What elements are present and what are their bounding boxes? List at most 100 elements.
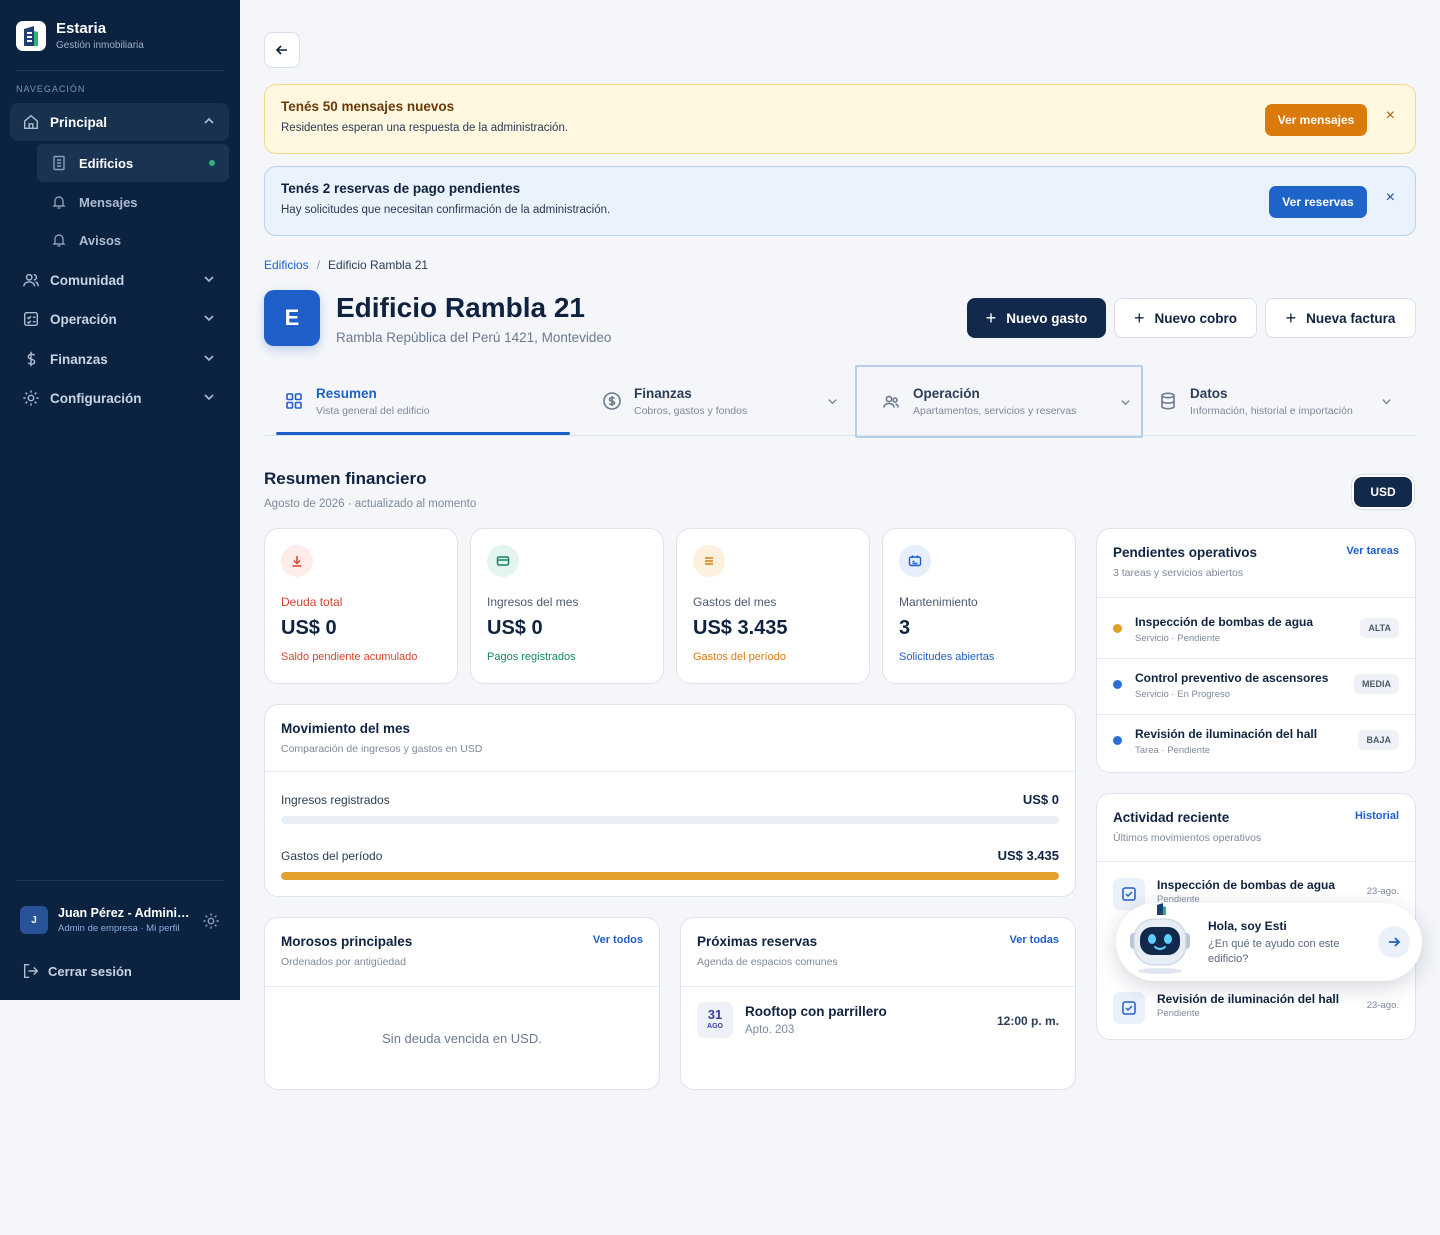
- user-profile[interactable]: J Juan Pérez - Administrador Admin de em…: [20, 906, 230, 934]
- priority-badge: BAJA: [1358, 730, 1399, 750]
- bar-label: Ingresos registrados: [281, 793, 390, 807]
- home-icon: [23, 114, 39, 130]
- booking-month: AGO: [707, 1023, 723, 1030]
- view-messages-button[interactable]: Ver mensajes: [1265, 104, 1367, 136]
- sidebar-item-label: Operación: [50, 311, 117, 327]
- arrow-right-icon: [1389, 937, 1401, 947]
- back-button[interactable]: [264, 32, 300, 68]
- booking-date-badge: 31 AGO: [697, 1002, 733, 1038]
- card-subtitle: Comparación de ingresos y gastos en USD: [281, 743, 483, 755]
- tab-description: Cobros, gastos y fondos: [634, 404, 748, 417]
- close-icon[interactable]: ×: [1386, 107, 1395, 125]
- card-subtitle: Agenda de espacios comunes: [697, 956, 838, 968]
- sidebar-item-comunidad[interactable]: Comunidad: [10, 261, 229, 299]
- new-invoice-button[interactable]: + Nueva factura: [1265, 298, 1416, 338]
- card-divider: [1097, 714, 1415, 715]
- tab-resumen[interactable]: Resumen Vista general del edificio: [272, 366, 570, 436]
- tool-icon: [899, 545, 931, 577]
- kpi-card-debt[interactable]: Deuda total US$ 0 Saldo pendiente acumul…: [264, 528, 458, 684]
- kpi-card-income[interactable]: Ingresos del mes US$ 0 Pagos registrados: [470, 528, 664, 684]
- sidebar-item-avisos[interactable]: Avisos: [37, 221, 229, 259]
- logout-button[interactable]: Cerrar sesión: [22, 962, 132, 980]
- bookings-alert: Tenés 2 reservas de pago pendientes Hay …: [264, 166, 1416, 236]
- chevron-down-icon: [204, 355, 214, 362]
- kpi-note: Pagos registrados: [487, 651, 576, 663]
- card-subtitle: Ordenados por antigüedad: [281, 956, 406, 968]
- pending-card: Pendientes operativos 3 tareas y servici…: [1096, 528, 1416, 773]
- expenses-bar-fill: [281, 872, 1059, 880]
- kpi-value: US$ 0: [281, 617, 337, 639]
- sidebar-item-label: Finanzas: [50, 351, 108, 367]
- brand-logo-icon: [16, 20, 46, 51]
- settings-gear-icon[interactable]: [202, 912, 220, 930]
- tab-finanzas[interactable]: Finanzas Cobros, gastos y fondos: [590, 366, 848, 436]
- breadcrumb-current: Edificio Rambla 21: [328, 258, 429, 272]
- chevron-down-icon: [1382, 399, 1391, 405]
- new-charge-button[interactable]: + Nuevo cobro: [1114, 298, 1257, 338]
- tab-operacion[interactable]: Operación Apartamentos, servicios y reser…: [855, 365, 1143, 438]
- breadcrumb-link[interactable]: Edificios: [264, 258, 309, 272]
- grid-icon: [286, 393, 302, 409]
- history-link[interactable]: Historial: [1355, 810, 1399, 822]
- bar-label: Gastos del período: [281, 849, 383, 863]
- tab-description: Información, historial e importación: [1190, 404, 1353, 417]
- sidebar-item-operacion[interactable]: Operación: [10, 300, 229, 338]
- logout-label: Cerrar sesión: [48, 963, 132, 979]
- sidebar-item-label: Mensajes: [79, 194, 138, 210]
- kpi-card-expenses[interactable]: Gastos del mes US$ 3.435 Gastos del perí…: [676, 528, 870, 684]
- card-divider: [1097, 861, 1415, 862]
- plus-icon: +: [985, 307, 997, 328]
- assistant-title: Hola, soy Esti: [1208, 919, 1287, 933]
- brand[interactable]: Estaria Gestión inmobiliaria: [16, 20, 144, 51]
- kpi-label: Deuda total: [281, 595, 343, 609]
- task-meta: Servicio · Pendiente: [1135, 633, 1221, 644]
- page-title: Edificio Rambla 21: [336, 292, 585, 323]
- view-bookings-button[interactable]: Ver reservas: [1269, 186, 1367, 218]
- breadcrumb-separator: /: [316, 258, 321, 272]
- building-icon: [53, 155, 65, 171]
- view-all-debtors-link[interactable]: Ver todos: [593, 934, 643, 946]
- sidebar-item-configuracion[interactable]: Configuración: [10, 379, 229, 417]
- view-tasks-link[interactable]: Ver tareas: [1346, 545, 1399, 557]
- task-item[interactable]: Inspección de bombas de agua Servicio · …: [1113, 615, 1399, 655]
- database-icon: [1161, 392, 1175, 410]
- activity-date: 23-ago.: [1366, 886, 1399, 897]
- currency-toggle[interactable]: USD: [1354, 477, 1412, 507]
- sidebar-item-label: Avisos: [79, 232, 122, 248]
- card-title: Actividad reciente: [1113, 810, 1230, 825]
- breadcrumb: Edificios / Edificio Rambla 21: [264, 258, 428, 272]
- robot-assistant-icon: [1130, 903, 1190, 974]
- bell-icon: [52, 234, 66, 247]
- sidebar-divider: [16, 880, 224, 881]
- tab-datos[interactable]: Datos Información, historial e importació…: [1146, 366, 1402, 436]
- alert-title: Tenés 50 mensajes nuevos: [281, 99, 455, 114]
- alert-text: Hay solicitudes que necesitan confirmaci…: [281, 204, 611, 216]
- close-icon[interactable]: ×: [1386, 189, 1395, 207]
- task-item[interactable]: Revisión de iluminación del hall Tarea ·…: [1113, 727, 1399, 767]
- sidebar-item-finanzas[interactable]: Finanzas: [10, 340, 229, 378]
- sidebar-item-edificios[interactable]: Edificios: [37, 144, 229, 182]
- sidebar-item-principal[interactable]: Principal: [10, 103, 229, 141]
- clipboard-icon: [23, 311, 39, 327]
- user-name: Juan Pérez - Administrador: [58, 906, 196, 920]
- card-divider: [1097, 597, 1415, 598]
- sidebar-item-mensajes[interactable]: Mensajes: [37, 183, 229, 221]
- users-icon: [883, 395, 899, 408]
- activity-item[interactable]: Revisión de iluminación del hall Pendien…: [1113, 992, 1399, 1026]
- kpi-note: Gastos del período: [693, 651, 786, 663]
- card-title: Morosos principales: [281, 934, 413, 949]
- task-item[interactable]: Control preventivo de ascensores Servici…: [1113, 671, 1399, 711]
- booking-name[interactable]: Rooftop con parrillero: [745, 1004, 887, 1019]
- assistant-bubble[interactable]: Hola, soy Esti ¿En qué te ayudo con este…: [1116, 903, 1422, 981]
- view-all-bookings-link[interactable]: Ver todas: [1009, 934, 1059, 946]
- kpi-value: US$ 0: [487, 617, 543, 639]
- new-expense-button[interactable]: + Nuevo gasto: [967, 298, 1106, 338]
- activity-date: 23-ago.: [1366, 1000, 1399, 1011]
- kpi-card-maintenance[interactable]: Mantenimiento 3 Solicitudes abiertas: [882, 528, 1076, 684]
- activity-name: Inspección de bombas de agua: [1157, 878, 1336, 892]
- tab-label: Resumen: [316, 385, 377, 401]
- task-meta: Tarea · Pendiente: [1135, 745, 1210, 756]
- building-address: Rambla República del Perú 1421, Montevid…: [336, 330, 612, 345]
- assistant-open-button[interactable]: [1378, 926, 1410, 958]
- user-role[interactable]: Admin de empresa · Mi perfil: [58, 923, 196, 934]
